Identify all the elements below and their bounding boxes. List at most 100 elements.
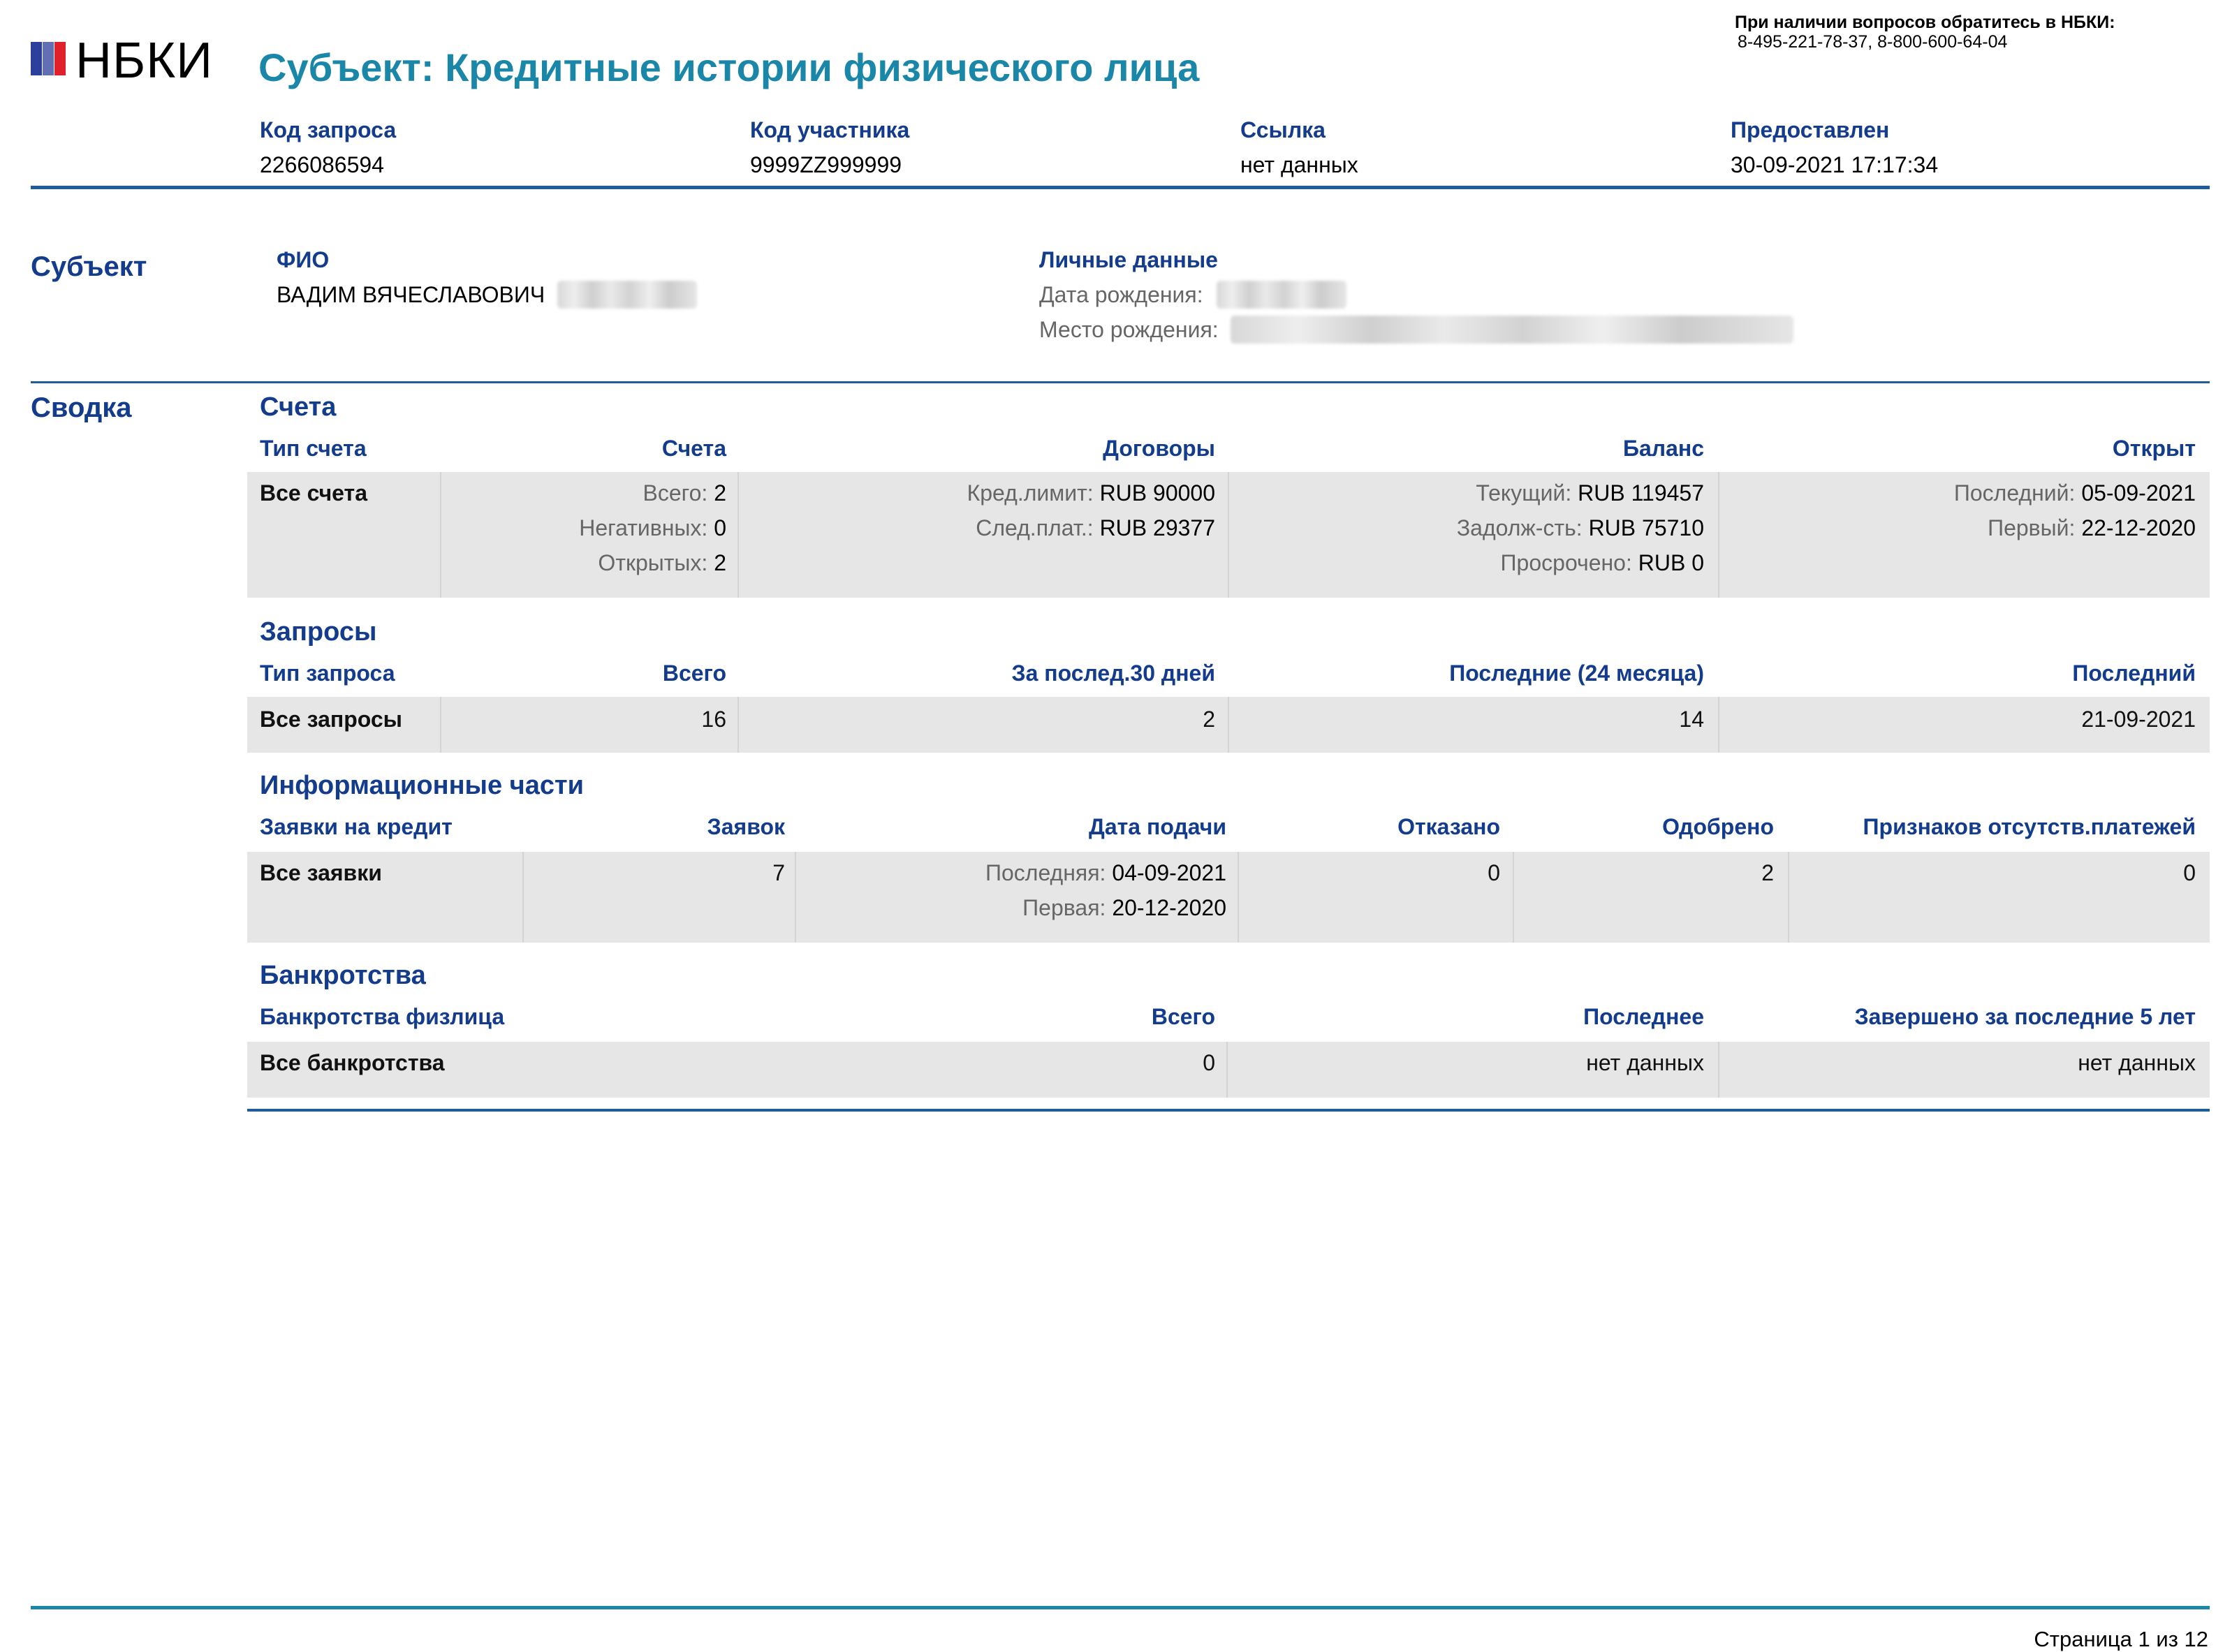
- inquiries-24months: 14: [1679, 707, 1704, 732]
- bankruptcy-header-5years: Завершено за последние 5 лет: [1854, 1004, 2196, 1029]
- page-number: Страница 1 из 12: [2034, 1627, 2208, 1651]
- balance-debt: Задолж-сть: RUB 75710: [1327, 515, 1704, 541]
- info-date-last: Последняя: 04-09-2021: [838, 860, 1226, 886]
- summary-end-divider: [247, 1109, 2210, 1112]
- cell-separator: [440, 472, 441, 598]
- next-payment-value: RUB 29377: [1099, 515, 1215, 540]
- reference-value: нет данных: [1240, 152, 1358, 177]
- opened-first: Первый: 22-12-2020: [1816, 515, 2196, 541]
- request-code-value: 2266086594: [260, 152, 384, 177]
- inquiries-header-last: Последний: [2072, 661, 2196, 686]
- opened-last-value: 05-09-2021: [2081, 480, 2196, 506]
- info-date-last-label: Последняя:: [985, 860, 1106, 885]
- member-code-value: 9999ZZ999999: [750, 152, 902, 177]
- reference-label: Ссылка: [1240, 117, 1326, 142]
- cell-separator: [737, 697, 739, 753]
- cell-separator: [1238, 852, 1239, 943]
- balance-debt-label: Задолж-сть:: [1456, 515, 1583, 540]
- subject-section-title: Субъект: [31, 251, 147, 282]
- cell-separator: [1718, 472, 1719, 598]
- accounts-open-value: 2: [714, 550, 726, 575]
- fio-value: ВАДИМ ВЯЧЕСЛАВОВИЧ: [277, 282, 545, 307]
- accounts-total: Всего: 2: [447, 480, 726, 506]
- bankruptcy-header-type: Банкротства физлица: [260, 1004, 505, 1029]
- info-approved: 2: [1761, 860, 1774, 885]
- cell-separator: [737, 472, 739, 598]
- info-header-count: Заявок: [707, 814, 785, 839]
- bankruptcy-last: нет данных: [1586, 1050, 1704, 1075]
- birth-place-label: Место рождения:: [1039, 317, 1219, 342]
- inquiries-last: 21-09-2021: [2081, 707, 2196, 732]
- accounts-header-accounts: Счета: [661, 436, 726, 461]
- info-header-date: Дата подачи: [1089, 814, 1226, 839]
- balance-overdue-label: Просрочено:: [1500, 550, 1632, 575]
- balance-current-label: Текущий:: [1476, 480, 1572, 506]
- bankruptcy-total: 0: [1203, 1050, 1215, 1075]
- cell-separator: [1718, 1042, 1719, 1098]
- footer-divider: [31, 1606, 2210, 1609]
- balance-current-value: RUB 119457: [1578, 480, 1704, 506]
- inquiries-title: Запросы: [260, 617, 377, 647]
- inquiries-header-type: Тип запроса: [260, 661, 395, 686]
- info-header-no-payments: Признаков отсутств.платежей: [1863, 814, 2196, 839]
- next-payment: След.плат.: RUB 29377: [838, 515, 1215, 541]
- header-divider: [31, 186, 2210, 189]
- accounts-total-label: Всего:: [643, 480, 708, 506]
- info-date-last-value: 04-09-2021: [1112, 860, 1226, 885]
- accounts-negative: Негативных: 0: [447, 515, 726, 541]
- info-date-first-label: Первая:: [1022, 895, 1106, 920]
- contact-heading: При наличии вопросов обратитесь в НБКИ:: [1735, 13, 2115, 32]
- cell-separator: [440, 697, 441, 753]
- redacted-birth-place: [1231, 316, 1793, 344]
- member-code-label: Код участника: [750, 117, 910, 142]
- cell-separator: [1228, 697, 1229, 753]
- cell-separator: [1788, 852, 1789, 943]
- cell-separator: [795, 852, 796, 943]
- credit-limit-label: Кред.лимит:: [967, 480, 1094, 506]
- accounts-title: Счета: [260, 392, 337, 422]
- credit-limit: Кред.лимит: RUB 90000: [838, 480, 1215, 506]
- inquiries-total: 16: [701, 707, 726, 732]
- info-header-approved: Одобрено: [1662, 814, 1774, 839]
- cell-separator: [1513, 852, 1514, 943]
- info-date-first-value: 20-12-2020: [1112, 895, 1226, 920]
- inquiries-header-30days: За послед.30 дней: [1011, 661, 1215, 686]
- page-title: Субъект: Кредитные истории физического л…: [258, 45, 1200, 89]
- redacted-birth-date: [1217, 281, 1346, 309]
- accounts-header-contracts: Договоры: [1103, 436, 1215, 461]
- next-payment-label: След.плат.:: [976, 515, 1094, 540]
- request-code-label: Код запроса: [260, 117, 397, 142]
- accounts-open-label: Открытых:: [598, 550, 708, 575]
- inquiries-row-label: Все запросы: [260, 707, 402, 732]
- bankruptcy-5years: нет данных: [2078, 1050, 2196, 1075]
- inquiries-header-total: Всего: [662, 661, 726, 686]
- bankruptcy-header-total: Всего: [1151, 1004, 1215, 1029]
- accounts-negative-label: Негативных:: [579, 515, 708, 540]
- inquiries-header-24months: Последние (24 месяца): [1449, 661, 1704, 686]
- info-header-applications: Заявки на кредит: [260, 814, 453, 839]
- contact-phones: 8-495-221-78-37, 8-800-600-64-04: [1738, 32, 2008, 52]
- balance-debt-value: RUB 75710: [1588, 515, 1704, 540]
- balance-overdue-value: RUB 0: [1638, 550, 1704, 575]
- info-no-payments: 0: [2183, 860, 2196, 885]
- info-date-first: Первая: 20-12-2020: [838, 895, 1226, 921]
- opened-last: Последний: 05-09-2021: [1816, 480, 2196, 506]
- cell-separator: [1226, 1042, 1228, 1098]
- info-applications-count: 7: [772, 860, 785, 885]
- cell-separator: [1228, 472, 1229, 598]
- personal-data-label: Личные данные: [1039, 247, 1218, 272]
- cell-separator: [522, 852, 524, 943]
- nbki-logo-mark: [31, 42, 66, 75]
- opened-last-label: Последний:: [1953, 480, 2076, 506]
- birth-date-label: Дата рождения:: [1039, 282, 1203, 307]
- accounts-header-opened: Открыт: [2112, 436, 2196, 461]
- accounts-header-balance: Баланс: [1622, 436, 1704, 461]
- logo-text: НБКИ: [75, 33, 213, 89]
- summary-section-title: Сводка: [31, 392, 132, 423]
- balance-current: Текущий: RUB 119457: [1327, 480, 1704, 506]
- info-row-label: Все заявки: [260, 860, 382, 885]
- accounts-negative-value: 0: [714, 515, 726, 540]
- redacted-surname: [557, 281, 697, 309]
- fio-label: ФИО: [277, 247, 330, 272]
- bankruptcy-header-last: Последнее: [1583, 1004, 1704, 1029]
